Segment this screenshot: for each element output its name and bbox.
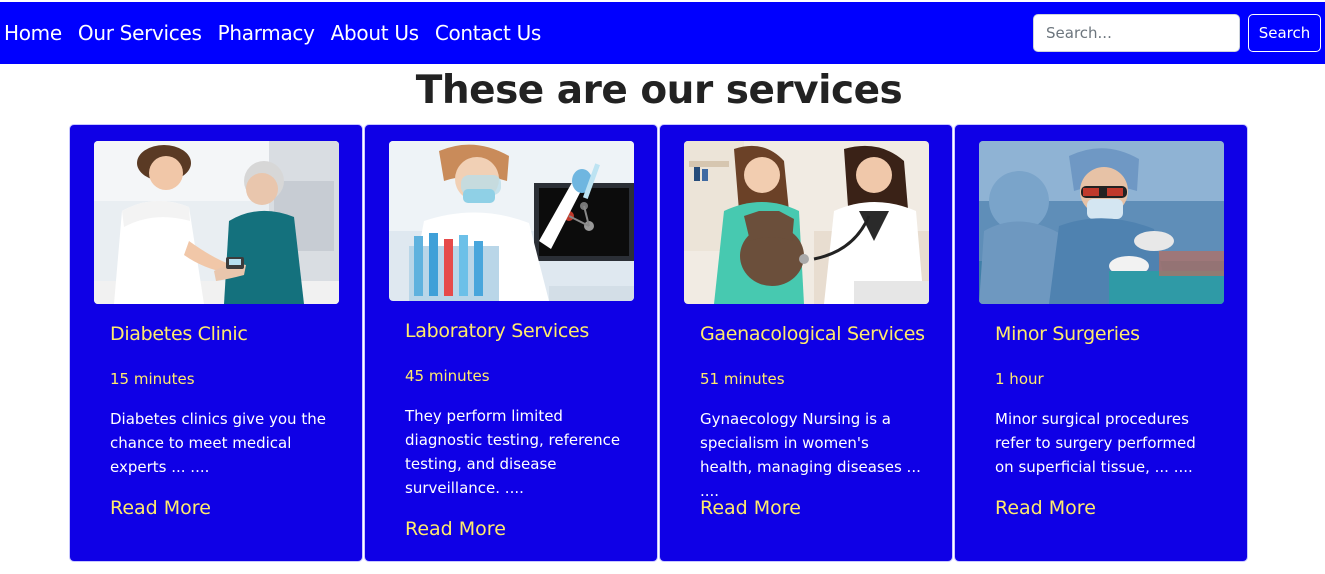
read-more-link[interactable]: Read More xyxy=(700,497,801,519)
card-description: Diabetes clinics give you the chance to … xyxy=(110,410,326,476)
surgeons-operating-image xyxy=(979,141,1224,304)
nav-link-contact-us[interactable]: Contact Us xyxy=(435,21,542,45)
read-more-link[interactable]: Read More xyxy=(110,497,211,519)
nav-links: Home Our Services Pharmacy About Us Cont… xyxy=(4,21,557,45)
nurse-with-elderly-patient-image xyxy=(94,141,339,304)
card-description: Minor surgical procedures refer to surge… xyxy=(995,410,1196,476)
services-cards: Diabetes Clinic 15 minutes Diabetes clin… xyxy=(69,124,1249,562)
top-navbar: Home Our Services Pharmacy About Us Cont… xyxy=(0,2,1325,64)
card-description: They perform limited diagnostic testing,… xyxy=(405,407,621,497)
nav-link-pharmacy[interactable]: Pharmacy xyxy=(218,21,315,45)
card-duration: 45 minutes xyxy=(405,367,490,385)
service-card-diabetes-clinic: Diabetes Clinic 15 minutes Diabetes clin… xyxy=(69,124,363,562)
card-title: Diabetes Clinic xyxy=(110,323,248,345)
nav-link-our-services[interactable]: Our Services xyxy=(78,21,202,45)
lab-scientist-image xyxy=(389,141,634,301)
search-area: Search xyxy=(1033,14,1321,52)
page-title: These are our services xyxy=(415,68,903,113)
nav-link-about-us[interactable]: About Us xyxy=(331,21,419,45)
service-card-laboratory-services: Laboratory Services 45 minutes They perf… xyxy=(364,124,658,562)
service-card-gaenacological-services: Gaenacological Services 51 minutes Gynae… xyxy=(659,124,953,562)
read-more-link[interactable]: Read More xyxy=(405,518,506,540)
service-card-minor-surgeries: Minor Surgeries 1 hour Minor surgical pr… xyxy=(954,124,1248,562)
card-duration: 15 minutes xyxy=(110,370,195,388)
doctor-with-pregnant-woman-image xyxy=(684,141,929,304)
search-input[interactable] xyxy=(1033,14,1240,52)
search-button[interactable]: Search xyxy=(1248,14,1321,52)
nav-link-home[interactable]: Home xyxy=(4,21,62,45)
card-title: Gaenacological Services xyxy=(700,323,925,345)
card-description: Gynaecology Nursing is a specialism in w… xyxy=(700,410,921,500)
card-duration: 51 minutes xyxy=(700,370,785,388)
read-more-link[interactable]: Read More xyxy=(995,497,1096,519)
card-title: Minor Surgeries xyxy=(995,323,1140,345)
card-duration: 1 hour xyxy=(995,370,1044,388)
card-title: Laboratory Services xyxy=(405,320,589,342)
